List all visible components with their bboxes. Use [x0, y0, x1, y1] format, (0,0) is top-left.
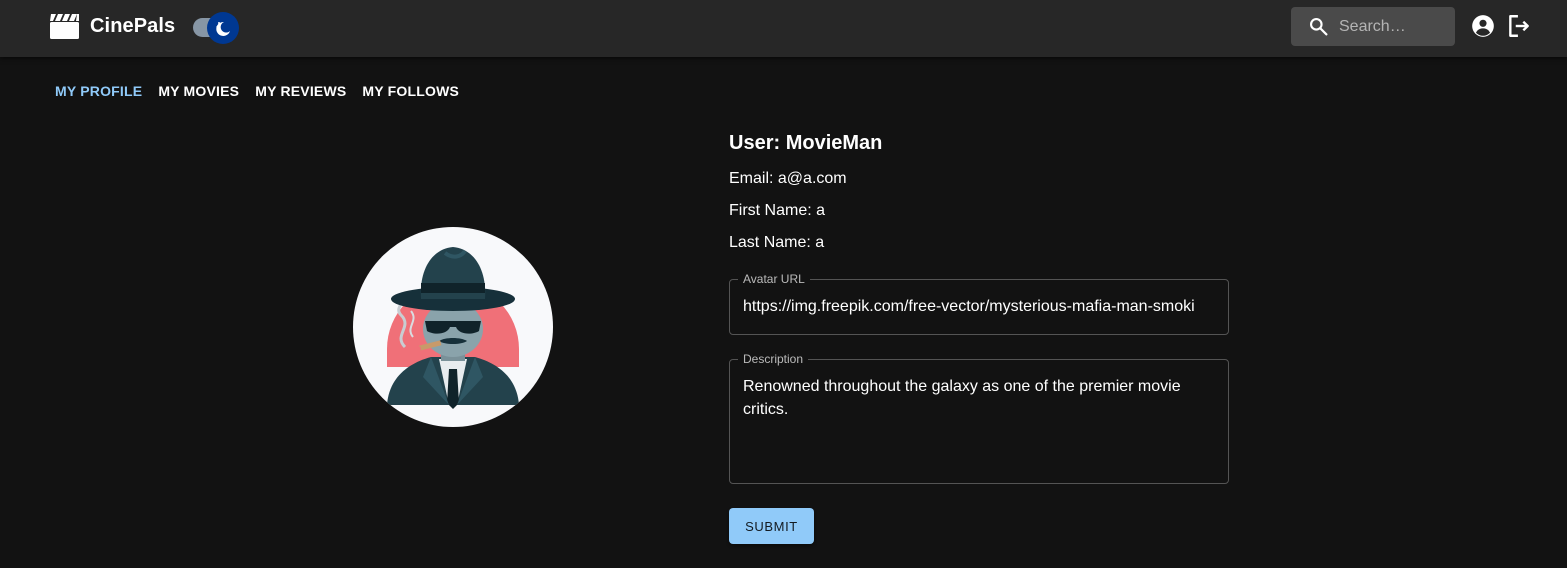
app-bar: CinePals	[0, 0, 1567, 57]
profile-email: Email: a@a.com	[729, 170, 847, 187]
moon-stars-icon	[216, 21, 230, 36]
avatar-url-input[interactable]	[743, 280, 1216, 334]
toggle-thumb	[207, 12, 239, 44]
theme-toggle[interactable]	[190, 10, 244, 44]
search-input[interactable]	[1339, 7, 1449, 46]
profile-tabs: MY PROFILE MY MOVIES MY REVIEWS MY FOLLO…	[55, 83, 475, 101]
app-title[interactable]: CinePals	[90, 15, 175, 38]
profile-last-name: Last Name: a	[729, 234, 825, 251]
movie-clapperboard-icon	[50, 14, 79, 39]
submit-button[interactable]: SUBMIT	[729, 508, 814, 544]
tab-my-follows[interactable]: MY FOLLOWS	[362, 83, 459, 101]
avatar-url-field[interactable]: Avatar URL	[729, 272, 1229, 335]
description-field[interactable]: Description Renowned throughout the gala…	[729, 352, 1229, 484]
tab-my-profile[interactable]: MY PROFILE	[55, 83, 142, 101]
avatar	[353, 227, 553, 427]
profile-first-name: First Name: a	[729, 202, 826, 219]
logout-icon[interactable]	[1506, 13, 1532, 39]
account-circle-icon[interactable]	[1470, 13, 1496, 39]
description-label: Description	[738, 352, 809, 366]
mafia-man-avatar-image	[387, 247, 519, 409]
search-box[interactable]	[1291, 7, 1455, 46]
description-textarea[interactable]: Renowned throughout the galaxy as one of…	[743, 375, 1216, 475]
tab-my-movies[interactable]: MY MOVIES	[158, 83, 239, 101]
profile-username: User: MovieMan	[729, 132, 883, 154]
search-icon	[1310, 18, 1328, 36]
tab-my-reviews[interactable]: MY REVIEWS	[255, 83, 346, 101]
